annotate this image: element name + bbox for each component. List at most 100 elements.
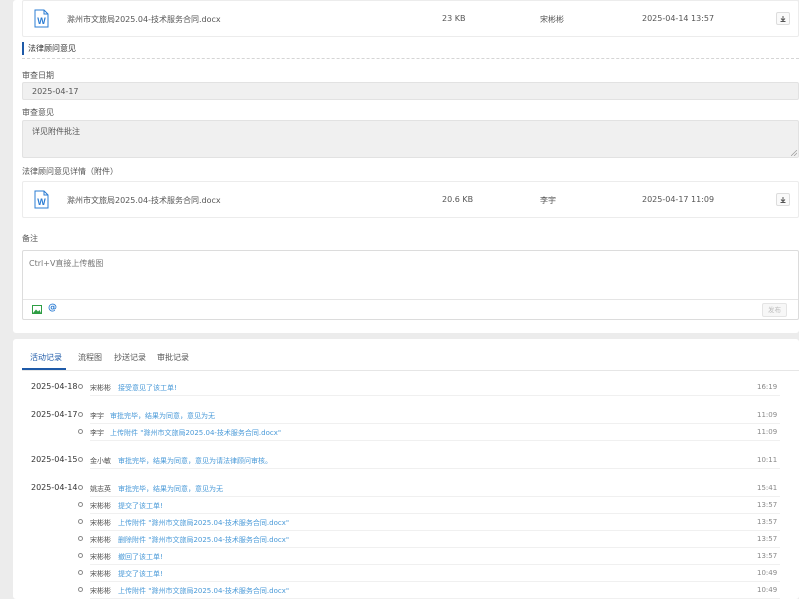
log-date: 2025-04-18 bbox=[31, 382, 78, 391]
activity-panel: 活动记录 流程图 抄送记录 审批记录 2025-04-18 宋彬彬 接受意见了该工单… bbox=[13, 339, 799, 599]
log-date: 2025-04-14 bbox=[31, 483, 78, 492]
download-button[interactable] bbox=[776, 12, 790, 25]
download-button[interactable] bbox=[776, 193, 790, 206]
log-row-divider bbox=[90, 395, 780, 396]
image-upload-icon[interactable] bbox=[32, 305, 42, 314]
download-icon bbox=[780, 16, 786, 22]
attachment-time: 2025-04-14 13:57 bbox=[642, 14, 715, 23]
log-row-divider bbox=[90, 513, 780, 514]
log-row-divider bbox=[90, 496, 780, 497]
word-doc-icon: W bbox=[34, 190, 49, 209]
log-user: 宋彬彬 bbox=[90, 587, 111, 595]
notes-toolbar: @ 发布 bbox=[23, 299, 798, 319]
log-time: 16:19 bbox=[757, 383, 778, 391]
word-doc-icon: W bbox=[34, 9, 49, 28]
log-user: 金小敏 bbox=[90, 457, 111, 465]
log-time: 10:11 bbox=[757, 456, 778, 464]
timeline-dot bbox=[78, 536, 83, 541]
tabs-divider bbox=[22, 370, 799, 371]
log-action[interactable]: 撤回了该工单! bbox=[118, 552, 163, 562]
log-row-divider bbox=[90, 423, 780, 424]
timeline-dot bbox=[78, 553, 83, 558]
log-user: 李宇 bbox=[90, 412, 104, 420]
log-action[interactable]: 提交了该工单! bbox=[118, 501, 163, 511]
log-date: 2025-04-15 bbox=[31, 455, 78, 464]
log-action[interactable]: 审批完毕，结果为同意，意见为无 bbox=[118, 484, 223, 494]
log-user: 宋彬彬 bbox=[90, 536, 111, 544]
at-mention-icon[interactable]: @ bbox=[48, 303, 57, 313]
log-user: 宋彬彬 bbox=[90, 384, 111, 392]
timeline-dot bbox=[78, 502, 83, 507]
timeline-dot bbox=[78, 519, 83, 524]
legal-attachment-time: 2025-04-17 11:09 bbox=[642, 195, 715, 204]
log-time: 13:57 bbox=[757, 518, 778, 526]
section-title: 法律顾问意见 bbox=[22, 42, 76, 55]
log-time: 11:09 bbox=[757, 428, 778, 436]
legal-attachment-size: 20.6 KB bbox=[442, 195, 474, 204]
log-time: 13:57 bbox=[757, 501, 778, 509]
log-user: 宋彬彬 bbox=[90, 570, 111, 578]
send-button[interactable]: 发布 bbox=[762, 303, 787, 317]
timeline-dot bbox=[78, 412, 83, 417]
work-order-detail-panel: W 滁州市文旅局2025.04-技术服务合同.docx 23 KB 宋彬彬 20… bbox=[13, 0, 799, 333]
notes-editor[interactable]: Ctrl+V直接上传截图 @ 发布 bbox=[22, 250, 799, 320]
download-icon bbox=[780, 197, 786, 203]
log-time: 13:57 bbox=[757, 552, 778, 560]
review-date-label: 审查日期 bbox=[22, 71, 54, 80]
review-opinion-field: 详见附件批注 bbox=[22, 120, 799, 158]
log-row-divider bbox=[90, 530, 780, 531]
log-row-divider bbox=[90, 440, 780, 441]
resize-handle-icon[interactable] bbox=[791, 150, 797, 156]
timeline-dot bbox=[78, 384, 83, 389]
legal-attachment-file-name[interactable]: 滁州市文旅局2025.04-技术服务合同.docx bbox=[67, 195, 221, 206]
legal-attachment-card[interactable]: W 滁州市文旅局2025.04-技术服务合同.docx 20.6 KB 李宇 2… bbox=[22, 181, 799, 218]
attachment-uploader: 宋彬彬 bbox=[540, 15, 564, 24]
timeline-dot bbox=[78, 429, 83, 434]
log-action[interactable]: 审批完毕，结果为同意，意见为无 bbox=[110, 411, 215, 421]
log-row-divider bbox=[90, 547, 780, 548]
legal-attachment-uploader: 李宇 bbox=[540, 196, 556, 205]
tab-cc-records[interactable]: 抄送记录 bbox=[114, 352, 146, 363]
log-date: 2025-04-17 bbox=[31, 410, 78, 419]
attachment-size: 23 KB bbox=[442, 14, 466, 23]
tab-approval-records[interactable]: 审批记录 bbox=[157, 352, 189, 363]
review-date-field: 2025-04-17 bbox=[22, 82, 799, 100]
svg-text:W: W bbox=[37, 197, 46, 207]
log-action[interactable]: 接受意见了该工单! bbox=[118, 383, 177, 393]
log-action[interactable]: 上传附件 "滁州市文旅局2025.04-技术服务合同.docx" bbox=[118, 518, 289, 528]
log-time: 10:49 bbox=[757, 569, 778, 577]
timeline-dot bbox=[78, 570, 83, 575]
notes-placeholder[interactable]: Ctrl+V直接上传截图 bbox=[29, 258, 103, 269]
review-opinion-value: 详见附件批注 bbox=[32, 127, 80, 136]
log-user: 宋彬彬 bbox=[90, 553, 111, 561]
review-date-value: 2025-04-17 bbox=[32, 87, 79, 96]
log-action[interactable]: 上传附件 "滁州市文旅局2025.04-技术服务合同.docx" bbox=[118, 586, 289, 596]
timeline-dot bbox=[78, 587, 83, 592]
log-action[interactable]: 提交了该工单! bbox=[118, 569, 163, 579]
log-user: 李宇 bbox=[90, 429, 104, 437]
log-user: 姚志英 bbox=[90, 485, 111, 493]
notes-label: 备注 bbox=[22, 234, 38, 243]
log-action[interactable]: 删除附件 "滁州市文旅局2025.04-技术服务合同.docx" bbox=[118, 535, 289, 545]
log-row-divider bbox=[90, 564, 780, 565]
log-time: 13:57 bbox=[757, 535, 778, 543]
attachment-file-name[interactable]: 滁州市文旅局2025.04-技术服务合同.docx bbox=[67, 14, 221, 25]
review-opinion-label: 审查意见 bbox=[22, 108, 54, 117]
timeline-dot bbox=[78, 457, 83, 462]
log-action[interactable]: 上传附件 "滁州市文旅局2025.04-技术服务合同.docx" bbox=[110, 428, 281, 438]
log-action[interactable]: 审批完毕，结果为同意，意见为请法律顾问审核。 bbox=[118, 456, 272, 466]
attachment-card[interactable]: W 滁州市文旅局2025.04-技术服务合同.docx 23 KB 宋彬彬 20… bbox=[22, 0, 799, 37]
svg-text:W: W bbox=[37, 16, 46, 26]
tab-activity[interactable]: 活动记录 bbox=[30, 352, 62, 363]
log-time: 15:41 bbox=[757, 484, 778, 492]
log-user: 宋彬彬 bbox=[90, 502, 111, 510]
tab-flowchart[interactable]: 流程图 bbox=[78, 352, 102, 363]
log-time: 10:49 bbox=[757, 586, 778, 594]
log-user: 宋彬彬 bbox=[90, 519, 111, 527]
legal-attachment-label: 法律顾问意见详情（附件） bbox=[22, 167, 118, 176]
log-row-divider bbox=[90, 468, 780, 469]
timeline-dot bbox=[78, 485, 83, 490]
section-divider bbox=[22, 58, 799, 59]
log-row-divider bbox=[90, 581, 780, 582]
log-time: 11:09 bbox=[757, 411, 778, 419]
